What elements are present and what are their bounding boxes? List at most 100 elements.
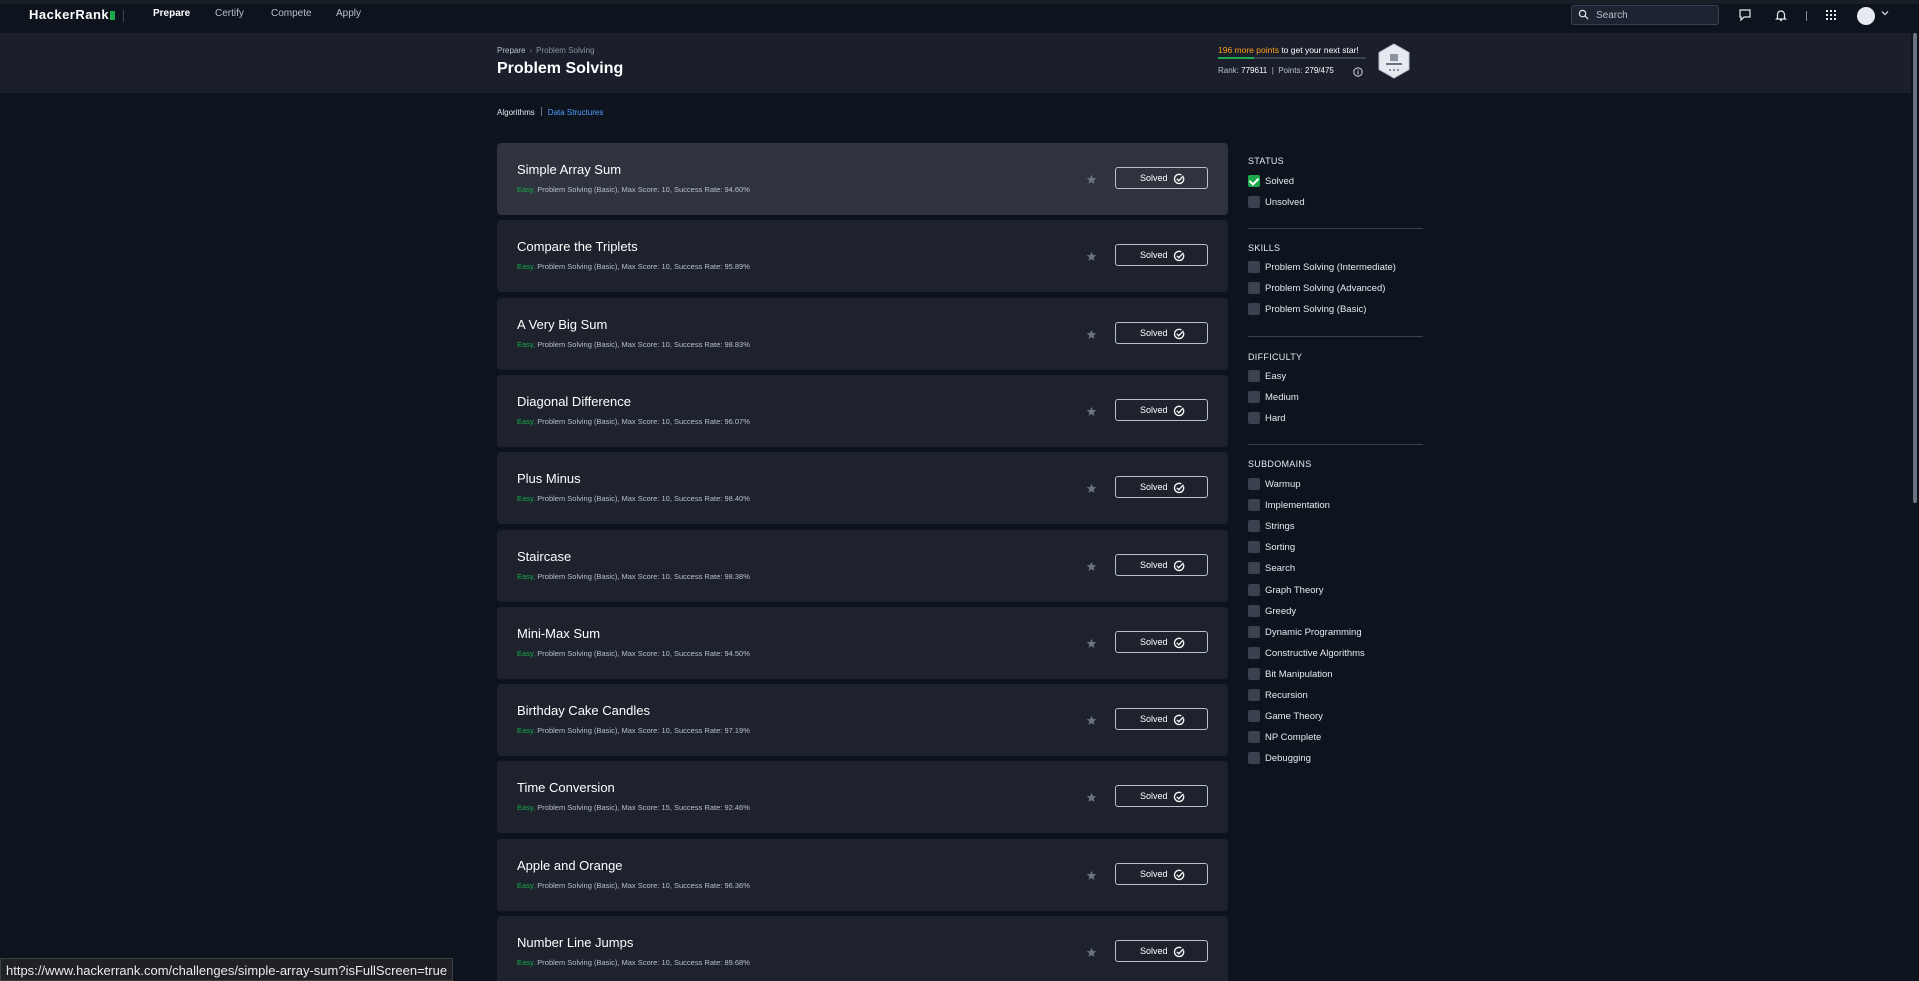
user-avatar[interactable]: [1857, 7, 1875, 25]
tab-apply[interactable]: Apply: [336, 8, 361, 19]
bookmark-star-icon[interactable]: [1086, 790, 1097, 803]
challenge-card[interactable]: Staircase Easy, Problem Solving (Basic), …: [497, 529, 1228, 602]
solved-button[interactable]: Solved: [1115, 553, 1208, 576]
bookmark-star-icon[interactable]: [1086, 327, 1097, 339]
points-label: Points:: [1278, 66, 1303, 75]
page-scrollbar[interactable]: [1911, 33, 1919, 981]
filter-checkbox[interactable]: [1248, 261, 1260, 273]
challenge-title[interactable]: Diagonal Difference: [517, 394, 631, 409]
challenge-card[interactable]: Apple and Orange Easy, Problem Solving (B…: [497, 838, 1228, 911]
solved-button[interactable]: Solved: [1115, 167, 1208, 189]
bookmark-star-icon[interactable]: [1086, 636, 1097, 648]
search-icon: [1578, 9, 1589, 20]
filter-checkbox[interactable]: [1248, 391, 1260, 404]
filter-divider: [1248, 228, 1423, 229]
problem-solving-badge-icon[interactable]: [1377, 43, 1411, 79]
solved-button[interactable]: Solved: [1115, 940, 1208, 962]
bookmark-star-icon[interactable]: [1086, 404, 1097, 416]
filter-checkbox[interactable]: [1248, 541, 1260, 554]
challenge-meta: Easy, Problem Solving (Basic), Max Score…: [517, 958, 750, 967]
challenge-details: Problem Solving (Basic), Max Score: 10, …: [535, 571, 750, 581]
filter-checkbox[interactable]: [1248, 562, 1260, 575]
filter-checkbox[interactable]: [1248, 625, 1260, 638]
solved-button[interactable]: Solved: [1115, 862, 1208, 885]
challenge-card[interactable]: Birthday Cake Candles Easy, Problem Solvi…: [497, 684, 1228, 757]
subtab-algorithms[interactable]: Algorithms: [497, 108, 535, 117]
filter-label: Problem Solving (Advanced): [1265, 283, 1386, 295]
info-icon[interactable]: [1353, 67, 1363, 77]
check-circle-icon: [1173, 868, 1185, 880]
filter-checkbox[interactable]: [1248, 752, 1260, 765]
solved-button[interactable]: Solved: [1115, 630, 1208, 653]
challenge-card[interactable]: Number Line Jumps Easy, Problem Solving (…: [497, 916, 1228, 981]
challenge-title[interactable]: Time Conversion: [517, 780, 615, 795]
filter-checkbox[interactable]: [1248, 499, 1260, 512]
solved-button[interactable]: Solved: [1115, 321, 1208, 344]
challenge-card[interactable]: Plus Minus Easy, Problem Solving (Basic),…: [497, 452, 1228, 525]
challenge-card[interactable]: Time Conversion Easy, Problem Solving (Ba…: [497, 761, 1228, 834]
bookmark-star-icon[interactable]: [1086, 172, 1097, 184]
challenge-title[interactable]: Birthday Cake Candles: [517, 703, 650, 718]
challenge-title[interactable]: Compare the Triplets: [517, 239, 638, 254]
bookmark-star-icon[interactable]: [1086, 713, 1097, 725]
challenge-card[interactable]: A Very Big Sum Easy, Problem Solving (Bas…: [497, 297, 1228, 370]
tab-prepare[interactable]: Prepare: [153, 8, 190, 19]
bookmark-star-icon[interactable]: [1086, 868, 1097, 880]
filter-checkbox[interactable]: [1248, 370, 1260, 382]
challenge-meta: Easy, Problem Solving (Basic), Max Score…: [517, 340, 750, 349]
filter-label: Sorting: [1265, 542, 1296, 554]
filter-checkbox[interactable]: [1248, 731, 1260, 744]
challenge-card[interactable]: Simple Array Sum Easy, Problem Solving (B…: [497, 143, 1228, 215]
filter-checkbox[interactable]: [1248, 196, 1260, 209]
filter-checkbox[interactable]: [1248, 583, 1260, 596]
challenge-card[interactable]: Mini-Max Sum Easy, Problem Solving (Basic…: [497, 606, 1228, 679]
chevron-down-icon[interactable]: [1880, 8, 1890, 18]
challenge-card[interactable]: Diagonal Difference Easy, Problem Solving…: [497, 374, 1228, 447]
subtab-data-structures[interactable]: Data Structures: [548, 108, 604, 117]
messages-icon[interactable]: [1738, 8, 1752, 22]
filter-checkbox[interactable]: [1248, 689, 1260, 701]
bookmark-star-icon[interactable]: [1086, 249, 1097, 262]
filter-checkbox[interactable]: [1248, 520, 1260, 533]
filter-label: Medium: [1265, 392, 1299, 404]
filter-checkbox[interactable]: [1248, 412, 1260, 425]
tab-certify[interactable]: Certify: [215, 8, 244, 19]
scrollbar-thumb[interactable]: [1913, 33, 1917, 503]
filter-checkbox[interactable]: [1248, 667, 1260, 680]
filter-label: Recursion: [1265, 690, 1308, 701]
challenge-title[interactable]: Mini-Max Sum: [517, 626, 600, 641]
notifications-bell-icon[interactable]: [1774, 8, 1788, 22]
solved-button[interactable]: Solved: [1115, 244, 1208, 267]
tab-compete[interactable]: Compete: [271, 8, 312, 19]
challenge-title[interactable]: Apple and Orange: [517, 858, 623, 873]
solved-button[interactable]: Solved: [1115, 785, 1208, 808]
challenge-title[interactable]: A Very Big Sum: [517, 317, 607, 332]
filter-checkbox[interactable]: [1248, 282, 1260, 295]
bookmark-star-icon[interactable]: [1086, 945, 1097, 957]
filter-checkbox[interactable]: [1248, 604, 1260, 617]
solved-button-label: Solved: [1140, 327, 1168, 338]
bookmark-star-icon[interactable]: [1086, 559, 1097, 571]
solved-button[interactable]: Solved: [1115, 476, 1208, 499]
bookmark-star-icon[interactable]: [1086, 481, 1097, 494]
solved-button[interactable]: Solved: [1115, 398, 1208, 421]
hackerrank-logo[interactable]: HackerRank: [29, 7, 116, 22]
challenge-title[interactable]: Simple Array Sum: [517, 162, 621, 177]
filter-checkbox[interactable]: [1248, 646, 1260, 659]
breadcrumb-prepare[interactable]: Prepare: [497, 46, 525, 55]
challenge-title[interactable]: Staircase: [517, 549, 571, 564]
filter-checkbox[interactable]: [1248, 175, 1260, 187]
filter-checkbox[interactable]: [1248, 478, 1260, 490]
filter-checkbox[interactable]: [1248, 303, 1260, 316]
apps-grid-icon[interactable]: [1824, 8, 1838, 22]
challenge-title[interactable]: Plus Minus: [517, 471, 581, 486]
challenge-details: Problem Solving (Basic), Max Score: 10, …: [535, 958, 750, 967]
challenge-meta: Easy, Problem Solving (Basic), Max Score…: [517, 726, 750, 735]
solved-button[interactable]: Solved: [1115, 708, 1208, 731]
challenge-details: Problem Solving (Basic), Max Score: 10, …: [535, 262, 750, 272]
challenge-title[interactable]: Number Line Jumps: [517, 935, 633, 950]
challenge-meta: Easy, Problem Solving (Basic), Max Score…: [517, 572, 750, 581]
search-input[interactable]: Search: [1571, 5, 1719, 25]
filter-checkbox[interactable]: [1248, 710, 1260, 723]
challenge-card[interactable]: Compare the Triplets Easy, Problem Solvin…: [497, 220, 1228, 293]
